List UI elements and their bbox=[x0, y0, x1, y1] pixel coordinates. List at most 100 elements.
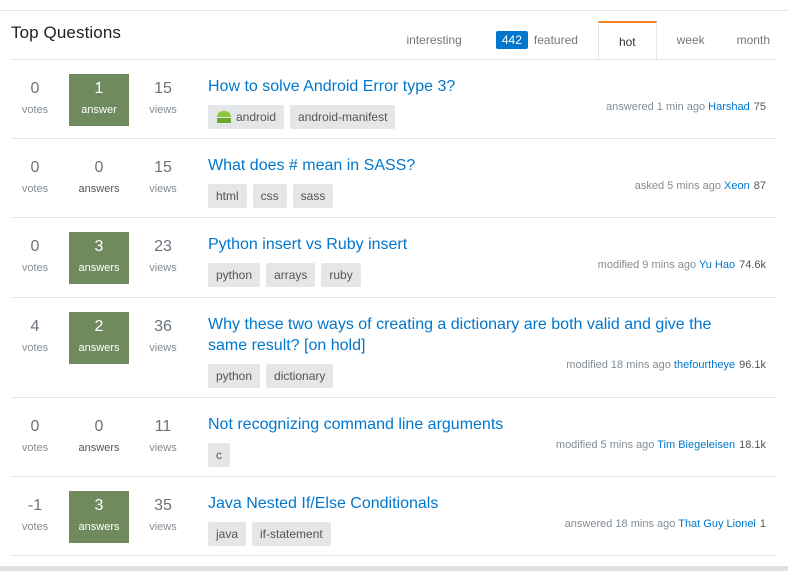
tag[interactable]: ruby bbox=[321, 263, 361, 287]
question-activity: modified 5 mins ago Tim Biegeleisen 18.1k bbox=[556, 439, 766, 451]
view-number: 11 bbox=[154, 418, 172, 435]
answer-number: 3 bbox=[94, 238, 104, 255]
vote-number: -1 bbox=[27, 497, 43, 514]
user-link[interactable]: Harshad bbox=[708, 101, 750, 113]
view-label: views bbox=[149, 442, 177, 454]
answer-count: 3 answers bbox=[69, 491, 129, 543]
answer-number: 3 bbox=[94, 497, 104, 514]
answer-label: answers bbox=[78, 262, 120, 274]
tag[interactable]: sass bbox=[292, 184, 334, 208]
filter-tabs: interesting 442 featured hot week month bbox=[396, 21, 778, 60]
view-label: views bbox=[149, 342, 177, 354]
vote-count: 0 votes bbox=[11, 238, 59, 274]
user-link[interactable]: Tim Biegeleisen bbox=[657, 439, 735, 451]
tag[interactable]: if-statement bbox=[252, 522, 331, 546]
question-title-link[interactable]: What does # mean in SASS? bbox=[208, 155, 753, 176]
view-count: 11 views bbox=[139, 418, 187, 454]
question-title-link[interactable]: How to solve Android Error type 3? bbox=[208, 76, 753, 97]
android-icon bbox=[216, 111, 232, 123]
questions-header: Top Questions interesting 442 featured h… bbox=[0, 0, 788, 60]
tag[interactable]: python bbox=[208, 263, 261, 287]
vote-label: votes bbox=[21, 342, 49, 354]
view-number: 35 bbox=[154, 497, 172, 514]
tab-interesting[interactable]: interesting bbox=[396, 21, 495, 59]
reputation-score: 1 bbox=[759, 518, 766, 530]
tab-featured[interactable]: 442 featured bbox=[495, 21, 598, 59]
tag-label: ruby bbox=[329, 268, 353, 282]
answer-count: 2 answers bbox=[69, 312, 129, 364]
answer-label: answers bbox=[78, 183, 120, 195]
tag[interactable]: python bbox=[208, 364, 261, 388]
view-count: 15 views bbox=[139, 80, 187, 116]
vote-label: votes bbox=[21, 262, 49, 274]
view-number: 23 bbox=[154, 238, 172, 255]
question-row: -1 votes 3 answers 35 views Java Nested If/Els… bbox=[11, 477, 777, 556]
featured-count-badge: 442 bbox=[495, 31, 528, 49]
answer-label: answer bbox=[81, 104, 117, 116]
question-title-link[interactable]: Python insert vs Ruby insert bbox=[208, 234, 753, 255]
vote-label: votes bbox=[21, 183, 49, 195]
tag-label: dictionary bbox=[274, 369, 326, 383]
question-title-link[interactable]: Java Nested If/Else Conditionals bbox=[208, 493, 753, 514]
tab-hot[interactable]: hot bbox=[597, 21, 657, 60]
view-count: 23 views bbox=[139, 238, 187, 274]
answer-label: answers bbox=[78, 342, 120, 354]
vote-number: 0 bbox=[30, 159, 40, 176]
question-row: 0 votes 0 answers 15 views What does # mean in… bbox=[11, 139, 777, 218]
view-label: views bbox=[149, 262, 177, 274]
view-count: 35 views bbox=[139, 497, 187, 533]
answer-count: 0 answers bbox=[69, 153, 129, 205]
reputation-score: 96.1k bbox=[739, 359, 766, 371]
vote-number: 0 bbox=[30, 238, 40, 255]
tab-week[interactable]: week bbox=[657, 21, 721, 59]
tag[interactable]: css bbox=[252, 184, 287, 208]
reputation-score: 75 bbox=[753, 101, 766, 113]
question-activity: modified 9 mins ago Yu Hao 74.6k bbox=[598, 259, 766, 271]
tab-featured-label: featured bbox=[533, 33, 578, 47]
tag[interactable]: c bbox=[208, 443, 230, 467]
tag[interactable]: android-manifest bbox=[290, 105, 396, 129]
user-link[interactable]: That Guy Lionel bbox=[678, 518, 756, 530]
view-label: views bbox=[149, 183, 177, 195]
vote-count: 0 votes bbox=[11, 159, 59, 195]
tag-label: sass bbox=[300, 189, 326, 203]
vote-number: 0 bbox=[30, 80, 40, 97]
view-label: views bbox=[149, 521, 177, 533]
view-count: 15 views bbox=[139, 159, 187, 195]
tag[interactable]: dictionary bbox=[266, 364, 334, 388]
tag[interactable]: arrays bbox=[266, 263, 316, 287]
answer-count: 3 answers bbox=[69, 232, 129, 284]
reputation-score: 87 bbox=[753, 180, 766, 192]
activity-text: modified 9 mins ago bbox=[597, 259, 697, 271]
tag-label: html bbox=[216, 189, 239, 203]
activity-text: modified 18 mins ago bbox=[566, 359, 671, 371]
tag[interactable]: android bbox=[208, 105, 285, 129]
answer-number: 0 bbox=[94, 159, 104, 176]
tag[interactable]: java bbox=[208, 522, 247, 546]
view-number: 36 bbox=[154, 318, 172, 335]
question-title-link[interactable]: Why these two ways of creating a diction… bbox=[208, 314, 753, 356]
vote-number: 4 bbox=[30, 318, 40, 335]
user-link[interactable]: Xeon bbox=[724, 180, 750, 192]
bottom-divider bbox=[0, 566, 788, 571]
tab-month[interactable]: month bbox=[721, 21, 778, 59]
tag[interactable]: html bbox=[208, 184, 247, 208]
activity-text: answered 1 min ago bbox=[606, 101, 706, 113]
question-summary: Why these two ways of creating a diction… bbox=[208, 314, 777, 388]
page-title: Top Questions bbox=[11, 23, 121, 42]
vote-count: 4 votes bbox=[11, 318, 59, 354]
tag-label: arrays bbox=[274, 268, 308, 282]
question-row: 0 votes 3 answers 23 views Python insert vs Ru… bbox=[11, 218, 777, 298]
view-number: 15 bbox=[154, 159, 172, 176]
question-title-link[interactable]: Not recognizing command line arguments bbox=[208, 414, 753, 435]
user-link[interactable]: Yu Hao bbox=[699, 259, 735, 271]
user-link[interactable]: thefourtheye bbox=[674, 359, 735, 371]
tag-label: android bbox=[236, 110, 277, 124]
tag-label: c bbox=[216, 448, 222, 462]
activity-text: asked 5 mins ago bbox=[634, 180, 721, 192]
vote-label: votes bbox=[21, 521, 49, 533]
question-activity: answered 1 min ago Harshad 75 bbox=[606, 101, 766, 113]
tag-label: python bbox=[216, 369, 253, 383]
answer-number: 0 bbox=[94, 418, 104, 435]
reputation-score: 74.6k bbox=[739, 259, 766, 271]
